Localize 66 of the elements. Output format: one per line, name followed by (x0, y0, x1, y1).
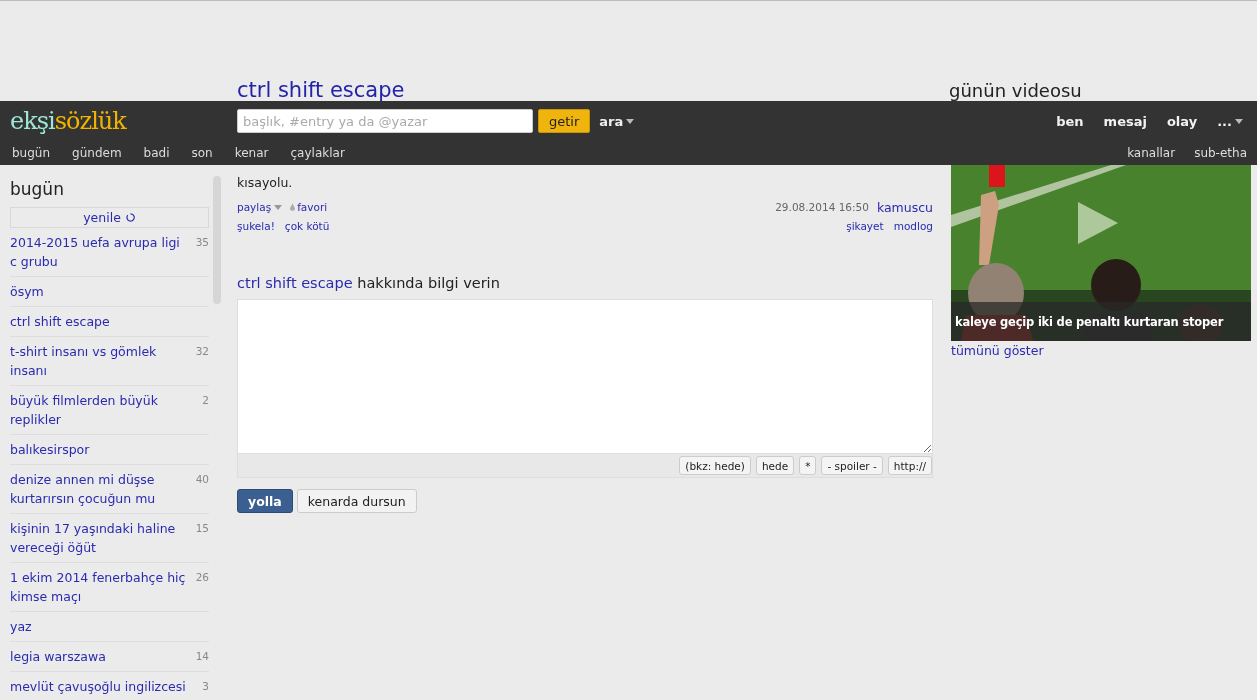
save-draft-button[interactable]: kenarda dursun (296, 489, 417, 513)
user-menu-link[interactable]: mesaj (1103, 113, 1147, 129)
nav-tab[interactable]: bugün (12, 146, 51, 160)
entry-count: 40 (195, 472, 209, 487)
caret-icon (1235, 118, 1243, 124)
nav-tab[interactable]: gündem (72, 146, 122, 160)
search-field[interactable]: başlık, #entry ya da @yazar (237, 109, 533, 133)
entry-count: 3 (202, 679, 209, 694)
topic-title[interactable]: ctrl shift escape (237, 77, 405, 103)
nav-tab[interactable]: sub-etha (1194, 146, 1247, 160)
topic-link[interactable]: büyük filmlerden büyük replikler (10, 391, 188, 429)
refresh-button[interactable]: yenile (10, 207, 209, 228)
sidebar-heading: bugün (10, 178, 65, 200)
entry-count: 35 (195, 235, 209, 250)
topic-link[interactable]: 1 ekim 2014 fenerbahçe hiç kimse maçı (10, 568, 188, 606)
editor-heading: hakkında bilgi verin (357, 275, 500, 291)
topic-link[interactable]: 2014-2015 uefa avrupa ligi c grubu (10, 233, 188, 271)
user-menu-link[interactable]: ... (1217, 113, 1243, 129)
entry-action-link[interactable]: şikayet (846, 220, 884, 232)
author-link[interactable]: kamuscu (876, 199, 933, 215)
drop-icon (290, 203, 296, 211)
topic-link[interactable]: denize annen mi düşse kurtarırsın çocuğun mu (10, 470, 188, 508)
entry-count: 14 (195, 649, 209, 664)
video-caption[interactable]: kaleye geçip iki de penaltı kurtaran stoper (951, 302, 1251, 341)
vote-link[interactable]: çok kötü (284, 220, 330, 232)
nav-tab[interactable]: çaylaklar (290, 146, 345, 160)
format-button[interactable]: (bkz: hede) (679, 456, 751, 475)
refresh-icon (124, 212, 136, 223)
nav-tab[interactable]: son (191, 146, 213, 160)
format-button[interactable]: - spoiler - (821, 456, 883, 475)
vote-link[interactable]: şukela! (237, 220, 275, 232)
nav-tab[interactable]: kenar (234, 146, 269, 160)
entry-action-link[interactable]: modlog (893, 220, 933, 232)
entry-count: 26 (195, 570, 209, 585)
favorite-link[interactable]: favori (297, 201, 328, 213)
nav-tab[interactable]: kanallar (1127, 146, 1176, 160)
topic-link[interactable]: ösym (10, 282, 188, 301)
advanced-search-button[interactable]: ara (595, 113, 639, 129)
caret-icon (274, 204, 283, 210)
entry-date: 29.08.2014 16:50 (775, 201, 869, 213)
topic-link[interactable]: balıkesirspor (10, 440, 188, 459)
format-button[interactable]: http:// (887, 456, 932, 475)
play-icon[interactable] (1078, 202, 1118, 244)
topic-link[interactable]: ctrl shift escape (237, 275, 353, 291)
topic-link[interactable]: ctrl shift escape (10, 312, 188, 331)
topic-link[interactable]: legia warszawa (10, 647, 188, 666)
entry-count: 2 (202, 393, 209, 408)
format-button[interactable]: hede (755, 456, 795, 475)
nav-tab[interactable]: badi (143, 146, 170, 160)
entry-count: 15 (195, 521, 209, 536)
site-logo[interactable]: ekşisözlük (10, 106, 237, 136)
entry-count: 32 (195, 344, 209, 359)
show-all-link[interactable]: tümünü göster (951, 343, 1251, 358)
video-heading: günün videosu (949, 79, 1082, 103)
search-button[interactable]: getir (538, 109, 591, 133)
format-button[interactable]: * (799, 456, 817, 475)
topic-link[interactable]: t-shirt insanı vs gömlek insanı (10, 342, 188, 380)
entry-text: kısayolu. (237, 174, 294, 192)
user-menu-link[interactable]: ben (1056, 113, 1084, 129)
submit-button[interactable]: yolla (237, 489, 293, 513)
share-link[interactable]: paylaş (237, 201, 283, 213)
caret-icon (626, 118, 635, 124)
topic-link[interactable]: kişinin 17 yaşındaki haline vereceği öğüt (10, 519, 188, 557)
topic-link[interactable]: yaz (10, 617, 188, 636)
user-menu-link[interactable]: olay (1166, 113, 1198, 129)
topic-link[interactable]: mevlüt çavuşoğlu ingilizcesi (10, 677, 188, 696)
